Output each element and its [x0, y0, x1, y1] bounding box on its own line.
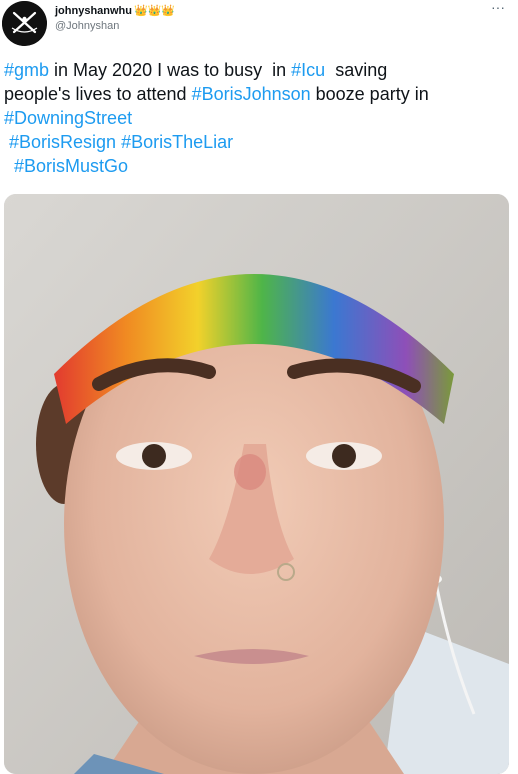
tweet-text-segment: booze party in: [310, 84, 429, 104]
tweet-text-segment: people's lives to attend: [4, 84, 192, 104]
avatar-logo-icon: [2, 1, 47, 46]
tweet-line-3: #DowningStreet: [4, 106, 509, 130]
more-options-button[interactable]: ···: [488, 0, 508, 18]
hashtag-link[interactable]: #gmb: [4, 60, 49, 80]
author-avatar[interactable]: [2, 1, 47, 46]
tweet-line-1: #gmb in May 2020 I was to busy in #Icu s…: [4, 58, 509, 82]
hashtag-link[interactable]: #BorisMustGo: [14, 156, 128, 176]
tweet-card: johnyshanwhu 👑👑👑 @Johnyshan ··· #gmb in M…: [0, 0, 518, 774]
tweet-text: #gmb in May 2020 I was to busy in #Icu s…: [4, 58, 509, 178]
tweet-photo[interactable]: [4, 194, 509, 774]
tweet-line-4: #BorisResign #BorisTheLiar: [4, 130, 509, 154]
tweet-text-segment: in May 2020 I was to busy in: [49, 60, 292, 80]
tweet-line-2: people's lives to attend #BorisJohnson b…: [4, 82, 509, 106]
author-handle[interactable]: @Johnyshan: [55, 20, 119, 32]
tweet-line-5: #BorisMustGo: [4, 154, 509, 178]
hashtag-link[interactable]: #DowningStreet: [4, 108, 132, 128]
tweet-text-segment: [4, 156, 14, 176]
hashtag-link[interactable]: #BorisTheLiar: [121, 132, 233, 152]
hashtag-link[interactable]: #BorisJohnson: [192, 84, 311, 104]
selfie-photo-illustration: [4, 194, 509, 774]
hashtag-link[interactable]: #BorisResign: [9, 132, 116, 152]
author-display-name[interactable]: johnyshanwhu 👑👑👑: [55, 4, 175, 17]
author-name-text: johnyshanwhu: [55, 5, 132, 17]
hashtag-link[interactable]: #Icu: [291, 60, 325, 80]
tweet-text-segment: saving: [325, 60, 388, 80]
crown-icons: 👑👑👑: [134, 5, 176, 17]
